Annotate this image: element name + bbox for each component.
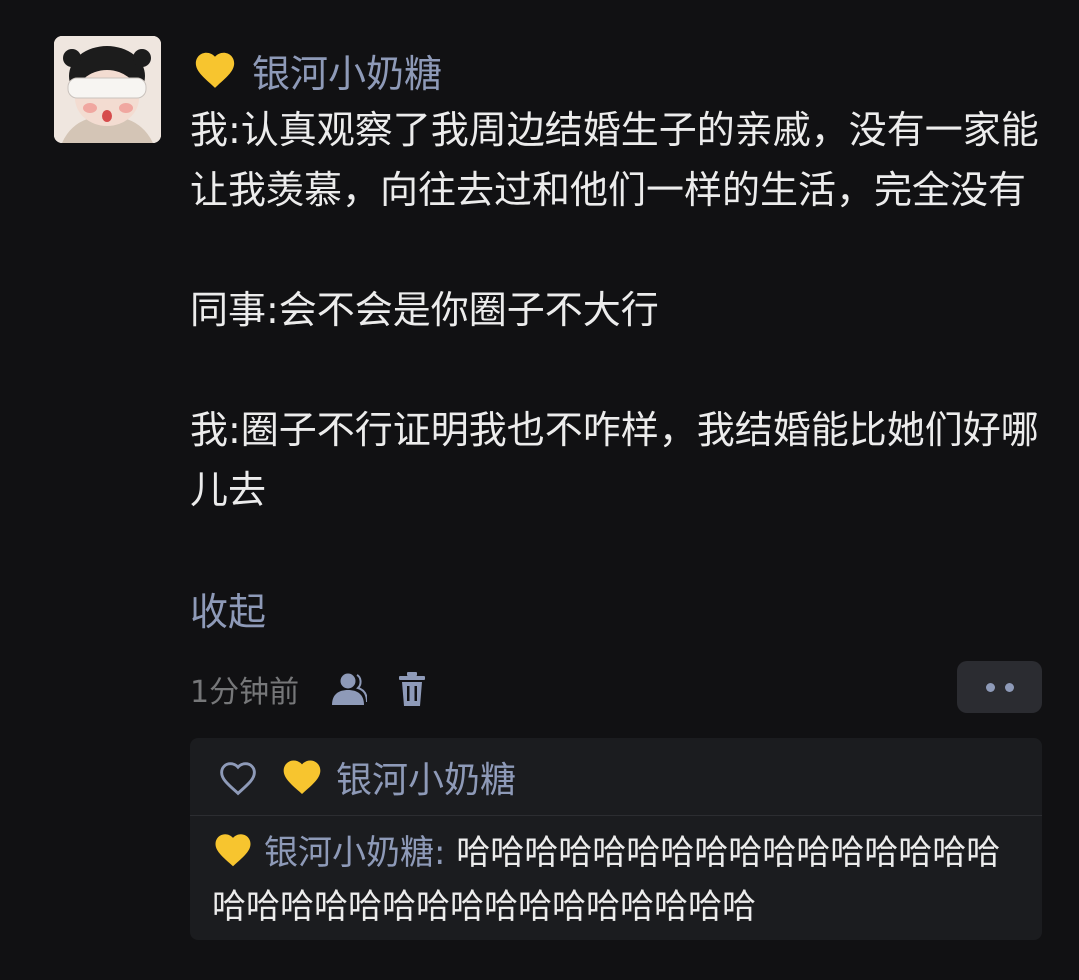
yellow-heart-icon (215, 834, 251, 867)
post-timestamp: 1分钟前 (190, 675, 300, 710)
likes-row: 银河小奶糖 (190, 738, 1042, 816)
heart-outline-icon[interactable] (216, 757, 260, 797)
more-dot (985, 682, 995, 692)
reply-box: 银河小奶糖 银河小奶糖: 哈哈哈哈哈哈哈哈哈哈哈哈哈哈哈哈哈哈哈哈哈哈哈哈哈哈哈… (190, 738, 1042, 940)
more-button[interactable] (957, 661, 1042, 713)
yellow-heart-icon (195, 52, 235, 88)
comment[interactable]: 银河小奶糖: 哈哈哈哈哈哈哈哈哈哈哈哈哈哈哈哈哈哈哈哈哈哈哈哈哈哈哈哈哈哈哈哈 (212, 826, 1032, 934)
liker-name[interactable]: 银河小奶糖 (336, 751, 516, 803)
more-dot (1004, 682, 1014, 692)
post-paragraph: 我:认真观察了我周边结婚生子的亲戚，没有一家能让我羡慕，向往去过和他们一样的生活… (190, 108, 1039, 212)
post-paragraph: 我:圈子不行证明我也不咋样，我结婚能比她们好哪儿去 (190, 408, 1039, 512)
yellow-heart-icon (283, 760, 321, 794)
post-author[interactable]: 银河小奶糖 (192, 42, 442, 98)
post-paragraph: 同事:会不会是你圈子不大行 (190, 288, 659, 332)
collapse-link[interactable]: 收起 (190, 582, 266, 642)
avatar[interactable] (54, 36, 161, 143)
post-paragraph-spacer (190, 220, 1050, 280)
post-author-name: 银河小奶糖 (252, 51, 443, 96)
trash-icon[interactable] (395, 671, 429, 707)
post-body: 我:认真观察了我周边结婚生子的亲戚，没有一家能让我羡慕，向往去过和他们一样的生活… (190, 100, 1050, 520)
post-paragraph-spacer (190, 340, 1050, 400)
comment-author[interactable]: 银河小奶糖 (264, 833, 434, 873)
person-icon[interactable] (327, 672, 368, 706)
comment-separator: : (434, 833, 457, 873)
post-meta: 1分钟前 (190, 664, 429, 714)
